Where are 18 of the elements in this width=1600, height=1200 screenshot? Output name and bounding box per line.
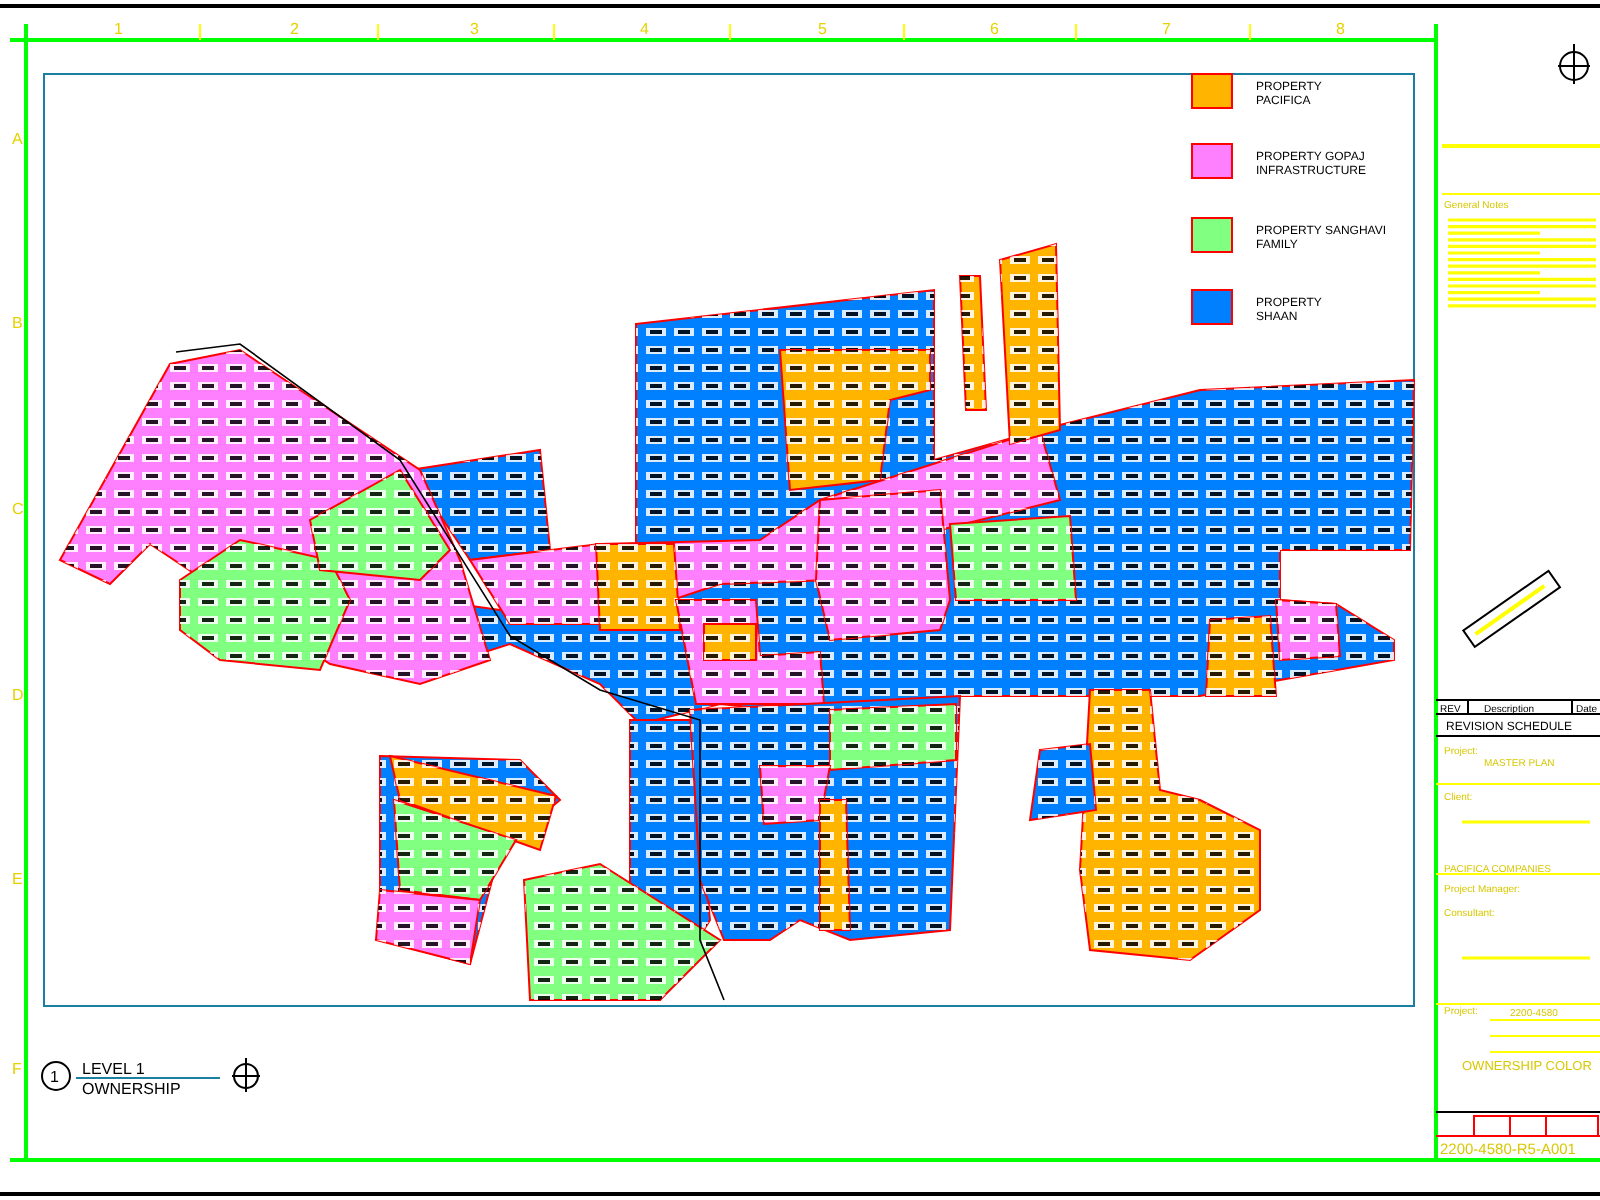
grid-column-label: 6	[990, 20, 999, 38]
grid-column-label: 8	[1336, 20, 1345, 38]
grid-row-label: E	[12, 870, 23, 888]
drawing-number-badge: 1	[41, 1061, 71, 1091]
grid-row-label: B	[12, 314, 23, 332]
grid-column-label: 7	[1162, 20, 1171, 38]
grid-row-label: A	[12, 130, 23, 148]
grid-row-label: C	[12, 500, 24, 518]
grid-row-label: F	[12, 1060, 22, 1078]
drawing-title: LEVEL 1	[82, 1060, 145, 1078]
grid-column-label: 3	[470, 20, 479, 38]
drawing-subtitle: OWNERSHIP	[82, 1080, 181, 1098]
grid-column-label: 1	[114, 20, 123, 38]
north-arrow-icon	[1557, 43, 1591, 85]
grid-column-label: 5	[818, 20, 827, 38]
grid-column-label: 2	[290, 20, 299, 38]
grid-row-label: D	[12, 686, 24, 704]
grid-column-label: 4	[640, 20, 649, 38]
